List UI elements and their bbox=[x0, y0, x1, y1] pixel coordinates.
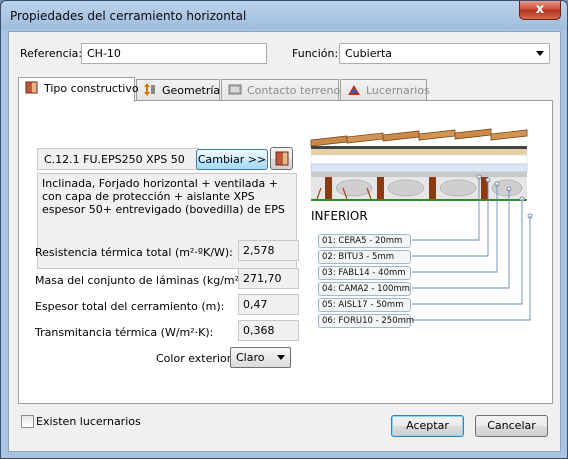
ground-contact-icon bbox=[228, 83, 242, 96]
construction-code: C.12.1 FU.EPS250 XPS 50 bbox=[37, 148, 199, 170]
chevron-down-icon bbox=[277, 355, 285, 360]
aceptar-button[interactable]: Aceptar bbox=[391, 415, 464, 437]
masa-value: 271,70 bbox=[238, 268, 299, 289]
lucernarios-checkbox-label[interactable]: Existen lucernarios bbox=[36, 415, 141, 428]
layer-label-4: 04: CAMA2 - 100mm bbox=[318, 282, 411, 296]
layer-label-1: 01: CERA5 - 20mm bbox=[318, 234, 411, 248]
window-title: Propiedades del cerramiento horizontal bbox=[10, 9, 247, 23]
wall-layers-icon bbox=[25, 81, 39, 94]
color-exterior-select[interactable]: Claro bbox=[230, 347, 291, 368]
masa-label: Masa del conjunto de láminas (kg/m²): bbox=[35, 274, 248, 287]
layer-label-3: 03: FABL14 - 40mm bbox=[318, 266, 411, 280]
layer-label-6: 06: FORU10 - 250mm bbox=[318, 314, 414, 328]
resistencia-value: 2,578 bbox=[238, 240, 299, 261]
funcion-select[interactable]: Cubierta bbox=[339, 43, 550, 64]
close-button[interactable]: x bbox=[519, 1, 561, 20]
espesor-label: Espesor total del cerramiento (m): bbox=[35, 300, 225, 313]
referencia-label: Referencia: bbox=[20, 47, 83, 60]
transmitancia-value: 0,368 bbox=[238, 320, 299, 341]
tab-label: Contacto terreno bbox=[247, 84, 341, 97]
espesor-value: 0,47 bbox=[238, 294, 299, 315]
dialog-body: Referencia: CH-10 Función: Cubierta Tipo… bbox=[8, 31, 561, 452]
resistencia-label: Resistencia térmica total (m²·ºK/W): bbox=[35, 246, 233, 259]
tab-label: Tipo constructivo bbox=[44, 82, 139, 95]
inferior-label: INFERIOR bbox=[311, 209, 368, 223]
tab-label: Lucernarios bbox=[366, 84, 430, 97]
chevron-down-icon bbox=[536, 51, 544, 56]
insulation-layer bbox=[310, 163, 528, 173]
air-chamber-layer bbox=[310, 154, 528, 165]
tab-contacto-terreno[interactable]: Contacto terreno bbox=[221, 79, 341, 100]
close-icon: x bbox=[535, 2, 545, 17]
title-bar[interactable]: Propiedades del cerramiento horizontal x bbox=[1, 1, 567, 31]
layer-label-5: 05: AISL17 - 50mm bbox=[318, 298, 411, 312]
referencia-input[interactable]: CH-10 bbox=[81, 43, 267, 64]
leader-lines bbox=[412, 177, 531, 321]
roof-tiles bbox=[310, 128, 528, 147]
funcion-value: Cubierta bbox=[345, 47, 393, 60]
lucernarios-checkbox[interactable] bbox=[21, 415, 34, 428]
tab-tipo-constructivo[interactable]: Tipo constructivo bbox=[18, 77, 139, 102]
cancelar-button[interactable]: Cancelar bbox=[475, 415, 548, 437]
color-exterior-label: Color exterior: bbox=[156, 352, 235, 365]
tab-geometria[interactable]: Geometría bbox=[136, 79, 220, 100]
tab-label: Geometría bbox=[162, 84, 221, 97]
cambiar-button[interactable]: Cambiar >> bbox=[196, 149, 268, 170]
skylight-icon bbox=[347, 83, 361, 96]
height-arrows-icon bbox=[143, 83, 157, 96]
screed-layer bbox=[311, 149, 527, 155]
wall-layers-icon bbox=[274, 151, 290, 170]
layer-label-2: 02: BITU3 - 5mm bbox=[318, 250, 411, 264]
transmitancia-label: Transmitancia térmica (W/m²·K): bbox=[35, 326, 214, 339]
color-exterior-value: Claro bbox=[236, 351, 265, 364]
bitumen-layer bbox=[311, 146, 527, 149]
funcion-label: Función: bbox=[292, 47, 339, 60]
dialog-window: Propiedades del cerramiento horizontal x… bbox=[0, 0, 568, 459]
tab-lucernarios[interactable]: Lucernarios bbox=[340, 79, 430, 100]
library-button[interactable] bbox=[270, 147, 293, 170]
